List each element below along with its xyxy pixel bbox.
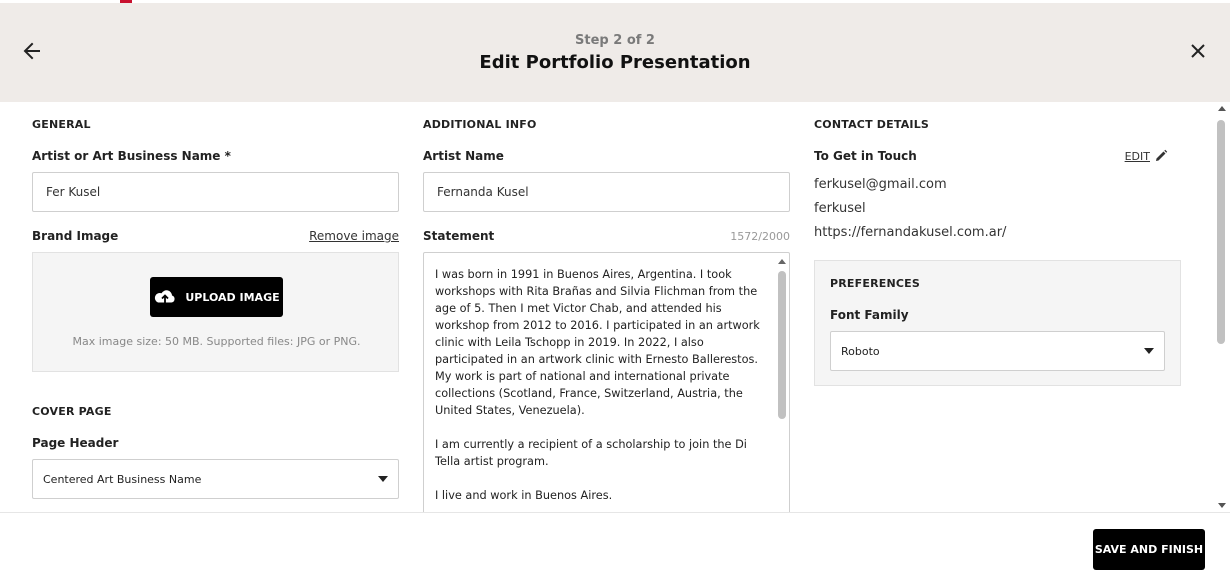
statement-char-counter: 1572/2000 bbox=[730, 230, 790, 243]
modal-footer: SAVE AND FINISH bbox=[0, 512, 1230, 582]
brand-image-dropzone[interactable]: UPLOAD IMAGE Max image size: 50 MB. Supp… bbox=[32, 252, 399, 372]
step-indicator: Step 2 of 2 bbox=[575, 33, 655, 48]
close-button[interactable] bbox=[1184, 37, 1212, 65]
chevron-down-icon bbox=[1144, 348, 1154, 354]
contact-website: https://fernandakusel.com.ar/ bbox=[814, 225, 1007, 240]
business-name-input[interactable]: Fer Kusel bbox=[32, 172, 399, 212]
cover-page-section-title: COVER PAGE bbox=[32, 405, 112, 418]
scroll-down-icon[interactable] bbox=[1218, 503, 1226, 508]
statement-textarea[interactable]: I was born in 1991 in Buenos Aires, Arge… bbox=[423, 252, 790, 512]
pencil-icon bbox=[1156, 149, 1168, 161]
preferences-section-title: PREFERENCES bbox=[830, 277, 920, 290]
general-section-title: GENERAL bbox=[32, 118, 91, 131]
additional-info-section-title: ADDITIONAL INFO bbox=[423, 118, 537, 131]
statement-scrollbar[interactable] bbox=[776, 255, 788, 512]
page-header-value: Centered Art Business Name bbox=[43, 472, 202, 486]
edit-contact-link[interactable]: EDIT bbox=[1125, 149, 1168, 163]
close-icon bbox=[1191, 44, 1205, 58]
scroll-up-icon[interactable] bbox=[1218, 106, 1226, 111]
upload-hint: Max image size: 50 MB. Supported files: … bbox=[72, 335, 361, 348]
page-header-label: Page Header bbox=[32, 436, 119, 450]
edit-contact-label: EDIT bbox=[1124, 149, 1150, 163]
artist-name-label: Artist Name bbox=[423, 149, 504, 163]
contact-section-title: CONTACT DETAILS bbox=[814, 118, 930, 131]
contact-handle: ferkusel bbox=[814, 201, 866, 216]
modal-scroll-thumb[interactable] bbox=[1217, 120, 1225, 344]
upload-image-button[interactable]: UPLOAD IMAGE bbox=[150, 277, 283, 317]
font-family-label: Font Family bbox=[830, 308, 909, 322]
contact-email: ferkusel@gmail.com bbox=[814, 177, 947, 192]
chevron-down-icon bbox=[378, 476, 388, 482]
business-name-label: Artist or Art Business Name * bbox=[32, 149, 231, 163]
statement-label: Statement bbox=[423, 229, 495, 243]
modal-content: GENERAL Artist or Art Business Name * Fe… bbox=[0, 102, 1214, 512]
statement-text: I was born in 1991 in Buenos Aires, Arge… bbox=[435, 268, 760, 502]
remove-image-link[interactable]: Remove image bbox=[309, 229, 399, 243]
cloud-upload-icon bbox=[155, 290, 175, 303]
modal-scrollbar[interactable] bbox=[1214, 102, 1230, 512]
preferences-panel: PREFERENCES Font Family Roboto bbox=[814, 260, 1181, 386]
modal-header: Step 2 of 2 Edit Portfolio Presentation bbox=[0, 3, 1230, 102]
page-header-select[interactable]: Centered Art Business Name bbox=[32, 459, 399, 499]
get-in-touch-label: To Get in Touch bbox=[814, 149, 917, 163]
brand-image-label: Brand Image bbox=[32, 229, 119, 243]
save-and-finish-button[interactable]: SAVE AND FINISH bbox=[1093, 529, 1205, 570]
font-family-value: Roboto bbox=[841, 344, 880, 358]
modal-title: Edit Portfolio Presentation bbox=[479, 52, 751, 73]
artist-name-input[interactable]: Fernanda Kusel bbox=[423, 172, 790, 212]
font-family-select[interactable]: Roboto bbox=[830, 331, 1165, 371]
upload-image-label: UPLOAD IMAGE bbox=[185, 290, 280, 304]
scroll-up-icon[interactable] bbox=[778, 259, 786, 264]
statement-scroll-thumb[interactable] bbox=[778, 271, 786, 419]
